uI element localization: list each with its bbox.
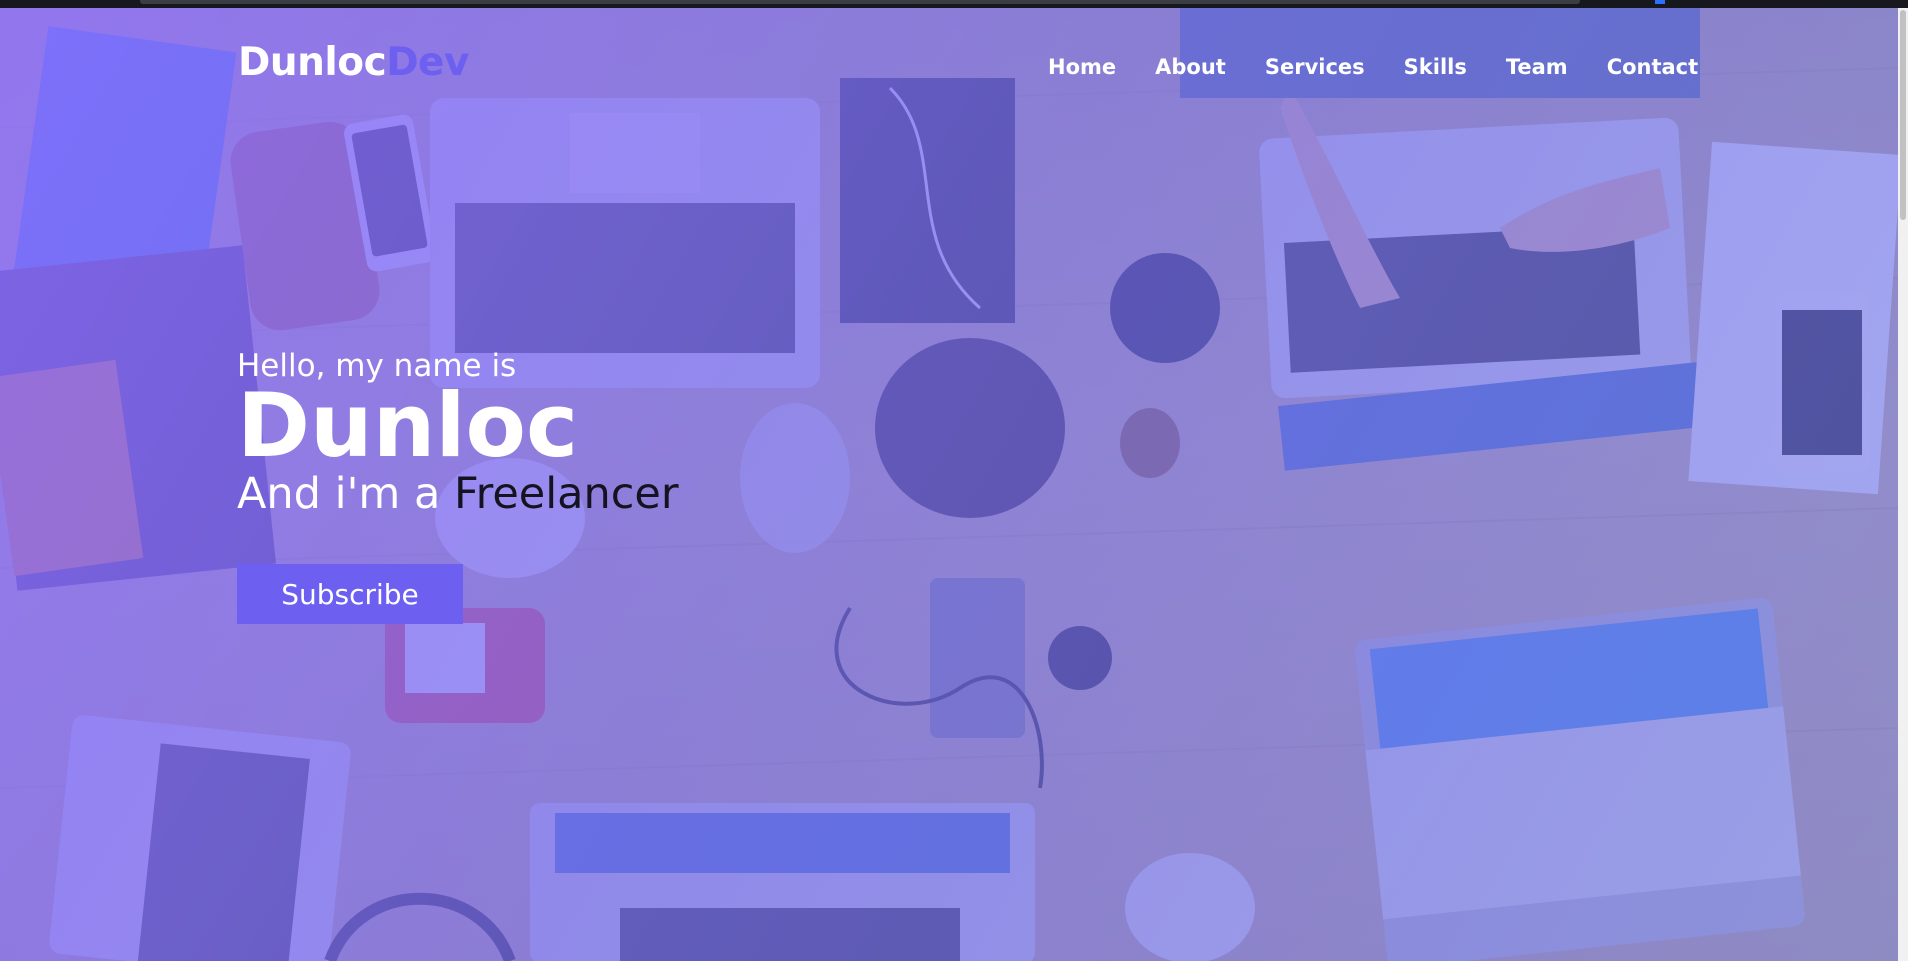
hero-name: Dunloc	[237, 374, 579, 477]
logo-name: Dunloc	[238, 40, 387, 85]
nav-home[interactable]: Home	[1048, 55, 1116, 79]
hero-role-prefix: And i'm a	[237, 469, 454, 519]
nav-about[interactable]: About	[1155, 55, 1226, 79]
hero-role-line: And i'm a Freelancer	[237, 468, 679, 520]
nav-services[interactable]: Services	[1265, 55, 1365, 79]
browser-top-strip	[0, 0, 1908, 8]
page-scrollbar[interactable]	[1898, 8, 1908, 961]
hero-role: Freelancer	[453, 469, 679, 519]
logo-accent: Dev	[386, 40, 469, 85]
subscribe-button[interactable]: Subscribe	[237, 564, 463, 624]
nav-team[interactable]: Team	[1506, 55, 1568, 79]
main-nav: Home About Services Skills Team Contact	[1048, 55, 1698, 79]
hero-intro: Hello, my name is Dunloc And i'm a Freel…	[237, 348, 679, 520]
nav-skills[interactable]: Skills	[1404, 55, 1467, 79]
site-logo[interactable]: DunlocDev	[238, 40, 469, 85]
browser-tab-strip	[140, 0, 1580, 4]
nav-contact[interactable]: Contact	[1607, 55, 1699, 79]
scrollbar-thumb[interactable]	[1900, 10, 1906, 220]
browser-indicator	[1655, 0, 1665, 4]
